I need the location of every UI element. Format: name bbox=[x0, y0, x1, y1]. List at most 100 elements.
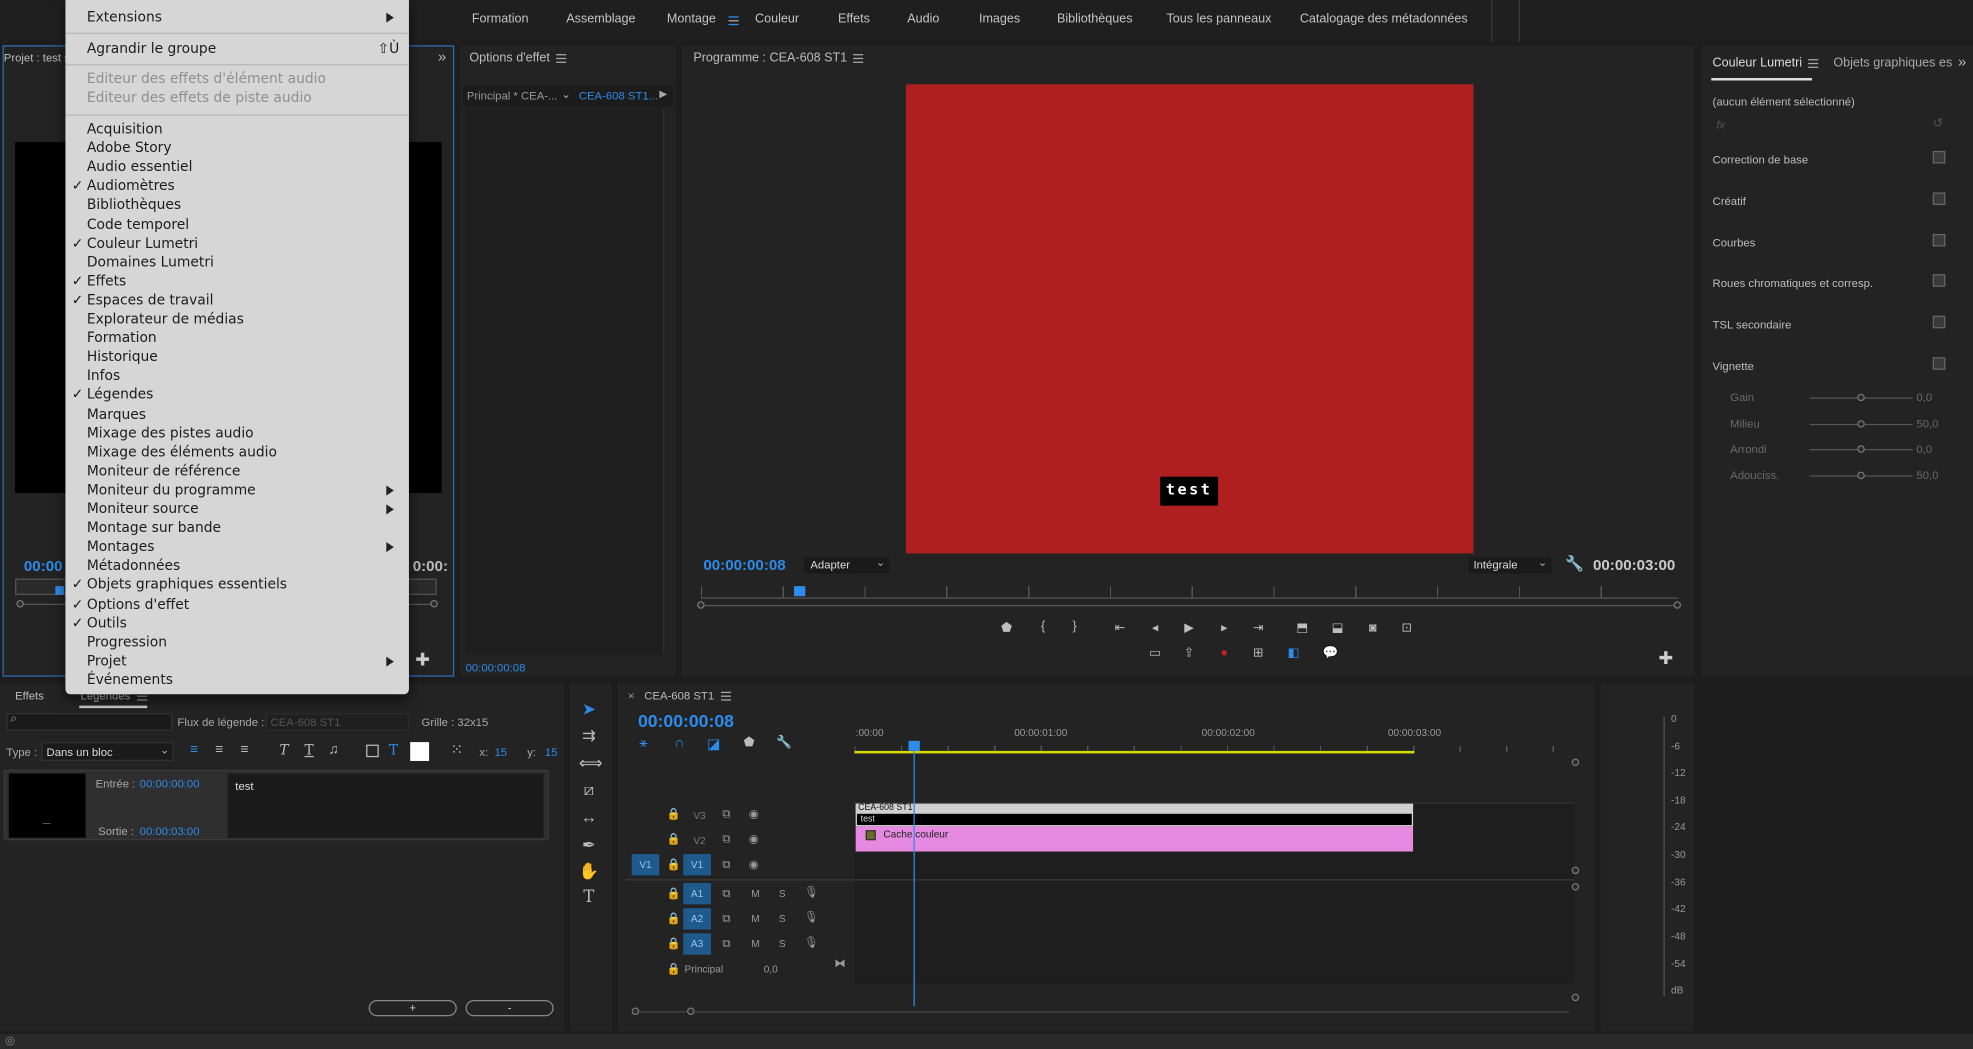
menu-item[interactable]: Métadonnées bbox=[87, 558, 180, 576]
mark-out-icon[interactable]: } bbox=[1067, 621, 1082, 634]
workspace-tab-images[interactable]: Images bbox=[979, 13, 1020, 27]
menu-item[interactable]: Formation bbox=[87, 330, 157, 348]
lock-icon[interactable]: 🔒 bbox=[667, 962, 681, 976]
sync-lock-icon[interactable]: ⧉ bbox=[722, 887, 730, 901]
vignette-arrondi-value[interactable]: 0,0 bbox=[1916, 443, 1932, 456]
align-center-icon[interactable]: ≡ bbox=[215, 742, 223, 757]
lift-icon[interactable]: ⬒ bbox=[1295, 622, 1310, 636]
lumetri-section-vignette[interactable]: Vignette bbox=[1713, 360, 1754, 373]
close-icon[interactable]: × bbox=[628, 689, 635, 702]
caption-search-input[interactable] bbox=[6, 713, 173, 731]
zoom-handle-right-icon[interactable] bbox=[687, 1007, 695, 1016]
eye-icon[interactable]: ◉ bbox=[749, 833, 759, 847]
timeline-timecode[interactable]: 00:00:00:08 bbox=[638, 711, 734, 731]
workspace-tab-audio[interactable]: Audio bbox=[907, 13, 939, 27]
vertical-scroll-video-bottom[interactable] bbox=[1571, 866, 1580, 875]
solo-button[interactable]: S bbox=[779, 913, 786, 924]
workspace-tab-tous-les-panneaux[interactable]: Tous les panneaux bbox=[1166, 13, 1271, 27]
project-playhead-icon[interactable] bbox=[55, 586, 65, 595]
workspace-menu-icon[interactable] bbox=[722, 13, 739, 28]
caption-in-value[interactable]: 00:00:00:00 bbox=[140, 777, 200, 790]
safe-margins-icon[interactable]: ▭ bbox=[1148, 647, 1163, 661]
zoom-handle-left-icon[interactable] bbox=[16, 599, 24, 608]
menu-item[interactable]: Montage sur bande bbox=[87, 520, 221, 538]
vignette-adouciss-knob[interactable] bbox=[1857, 471, 1865, 480]
vr-video-icon[interactable]: ◧ bbox=[1286, 647, 1301, 661]
export-frame-icon[interactable]: ⇪ bbox=[1182, 647, 1197, 661]
lock-icon[interactable]: 🔒 bbox=[667, 887, 681, 901]
menu-item[interactable]: Projet bbox=[87, 653, 127, 671]
menu-item[interactable]: Mixage des éléments audio bbox=[87, 444, 277, 462]
zoom-handle-left-icon[interactable] bbox=[697, 601, 705, 609]
lock-icon[interactable]: 🔒 bbox=[667, 808, 681, 822]
insert-nest-icon[interactable]: ◪ bbox=[707, 736, 720, 752]
effect-options-tab-seq[interactable]: CEA-608 ST1... bbox=[579, 89, 658, 102]
lumetri-check-creatif[interactable] bbox=[1932, 192, 1946, 206]
button-editor-add-icon[interactable]: ✚ bbox=[1658, 648, 1673, 669]
menu-item[interactable]: Montages bbox=[87, 539, 155, 557]
vertical-scroll-audio-bottom[interactable] bbox=[1571, 993, 1580, 1002]
align-right-icon[interactable]: ≡ bbox=[240, 742, 248, 757]
menu-item[interactable]: Moniteur source bbox=[87, 501, 199, 519]
menu-item[interactable]: Couleur Lumetri bbox=[87, 235, 198, 253]
solo-button[interactable]: S bbox=[779, 938, 786, 949]
menu-item[interactable]: Domaines Lumetri bbox=[87, 254, 214, 272]
text-color-icon[interactable]: T bbox=[389, 742, 398, 758]
caption-x-value[interactable]: 15 bbox=[495, 746, 508, 759]
vertical-scroll-audio-top[interactable] bbox=[1571, 882, 1580, 891]
record-icon[interactable]: ● bbox=[1217, 647, 1232, 661]
program-zoom-bar[interactable] bbox=[700, 605, 1679, 607]
menu-item[interactable]: Acquisition bbox=[87, 121, 163, 139]
project-timecode-left[interactable]: 00:00 bbox=[24, 557, 63, 575]
vignette-adouciss-value[interactable]: 50,0 bbox=[1916, 469, 1938, 482]
italic-icon[interactable]: T bbox=[279, 742, 288, 758]
vignette-gain-value[interactable]: 0,0 bbox=[1916, 391, 1932, 404]
workspace-tab-couleur[interactable]: Couleur bbox=[755, 13, 799, 27]
menu-item[interactable]: Code temporel bbox=[87, 216, 189, 234]
underline-icon[interactable]: T bbox=[305, 742, 314, 758]
lumetri-check-tsl[interactable] bbox=[1932, 315, 1946, 329]
menu-item[interactable]: Historique bbox=[87, 349, 158, 367]
captions-toggle-icon[interactable]: 💬 bbox=[1322, 647, 1338, 661]
effect-options-menu-icon[interactable] bbox=[556, 53, 567, 63]
menu-item[interactable]: Bibliothèques bbox=[87, 197, 181, 215]
track-target-a2[interactable]: A2 bbox=[683, 908, 711, 930]
zoom-handle-right-icon[interactable] bbox=[1673, 601, 1682, 609]
lock-icon[interactable]: 🔒 bbox=[667, 833, 681, 847]
timeline-menu-icon[interactable] bbox=[720, 691, 731, 701]
vignette-milieu-knob[interactable] bbox=[1857, 420, 1865, 428]
timeline-settings-wrench-icon[interactable]: 🔧 bbox=[776, 736, 792, 750]
vignette-arrondi-knob[interactable] bbox=[1857, 445, 1865, 453]
selection-tool-icon[interactable]: ➤ bbox=[579, 699, 599, 719]
menu-item[interactable]: Moniteur du programme bbox=[87, 482, 256, 500]
lumetri-check-roues[interactable] bbox=[1932, 274, 1946, 287]
work-area-bar[interactable] bbox=[854, 750, 1415, 754]
track-target-a3[interactable]: A3 bbox=[683, 933, 711, 955]
menu-item-agrandir[interactable]: Agrandir le groupe bbox=[87, 40, 216, 58]
play-triangle-icon[interactable]: ▶ bbox=[659, 88, 667, 99]
lumetri-section-correction[interactable]: Correction de base bbox=[1713, 153, 1809, 166]
menu-item[interactable]: Objets graphiques essentiels bbox=[87, 577, 287, 595]
menu-item[interactable]: Moniteur de référence bbox=[87, 463, 241, 481]
sync-lock-icon[interactable]: ⧉ bbox=[722, 937, 730, 951]
music-note-icon[interactable]: ♫ bbox=[328, 742, 338, 757]
eye-icon[interactable]: ◉ bbox=[749, 808, 759, 822]
menu-item[interactable]: Audiomètres bbox=[87, 178, 175, 196]
program-menu-icon[interactable] bbox=[853, 53, 864, 63]
menu-item[interactable]: Espaces de travail bbox=[87, 292, 214, 310]
play-icon[interactable]: ▶ bbox=[1182, 622, 1197, 636]
comparison-view-icon[interactable]: ⊡ bbox=[1399, 622, 1414, 636]
solo-button[interactable]: S bbox=[779, 888, 786, 899]
timeline-horizontal-scrollbar[interactable] bbox=[635, 1011, 1570, 1013]
workspace-tab-effets[interactable]: Effets bbox=[838, 13, 870, 27]
workspace-tab-assemblage[interactable]: Assemblage bbox=[566, 13, 635, 27]
ripple-edit-tool-icon[interactable]: ⟺ bbox=[579, 753, 602, 773]
microphone-icon[interactable]: 🎙 bbox=[804, 936, 818, 950]
zoom-handle-right-icon[interactable] bbox=[430, 599, 438, 608]
master-expand-icon[interactable]: ⧓ bbox=[834, 957, 845, 971]
menu-item[interactable]: Audio essentiel bbox=[87, 159, 193, 177]
menu-item[interactable]: Progression bbox=[87, 634, 167, 652]
lumetri-section-roues[interactable]: Roues chromatiques et corresp. bbox=[1713, 277, 1874, 290]
project-add-button[interactable]: ✚ bbox=[415, 649, 430, 670]
reset-icon[interactable]: ↺ bbox=[1933, 117, 1944, 131]
